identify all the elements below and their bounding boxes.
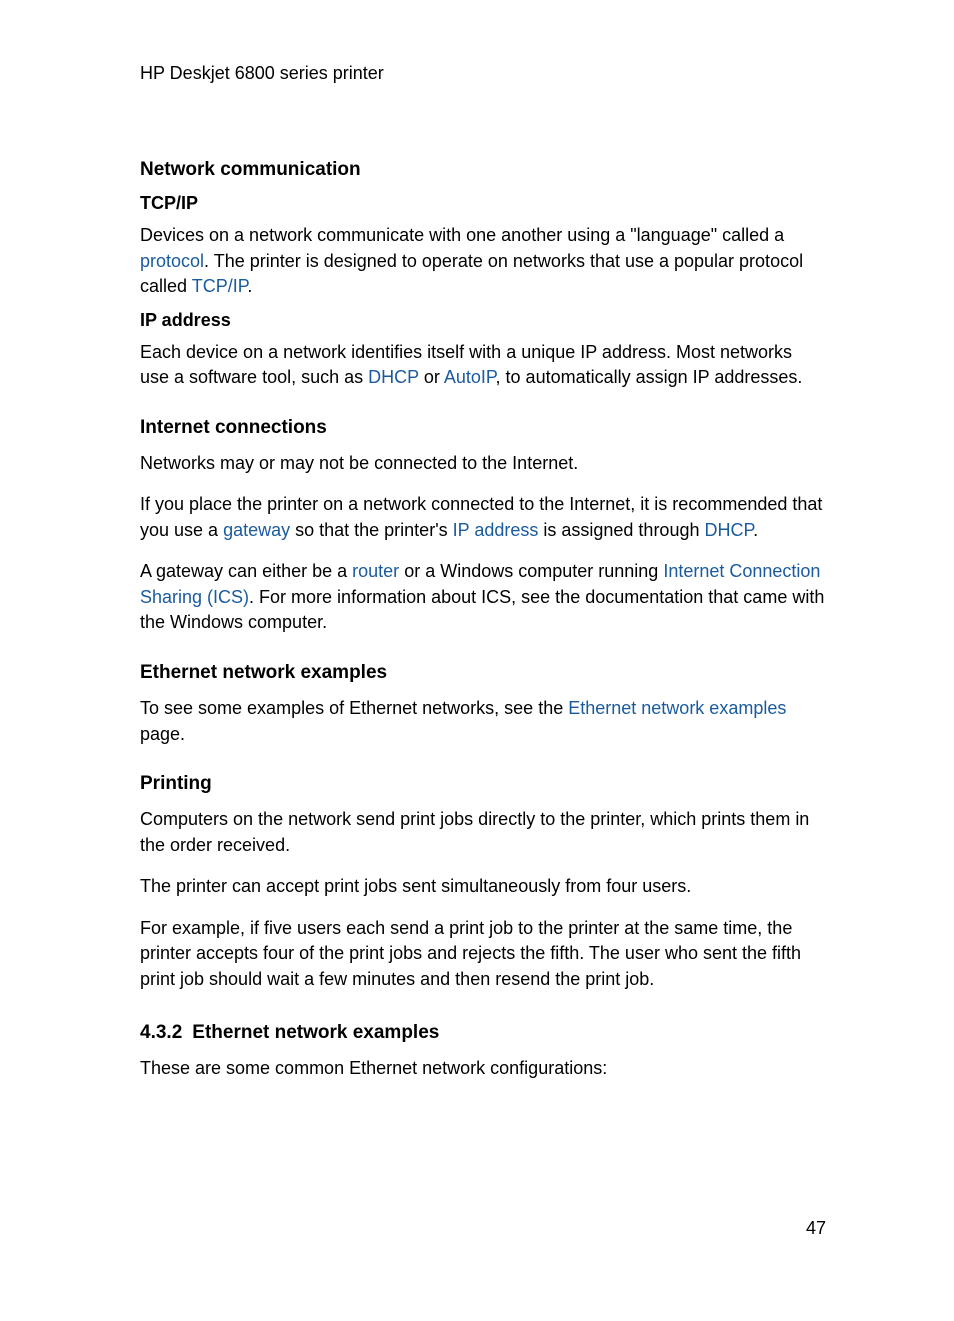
text: A gateway can either be a	[140, 561, 352, 581]
paragraph-printing-2: The printer can accept print jobs sent s…	[140, 874, 826, 900]
text: or a Windows computer running	[399, 561, 663, 581]
page-header-title: HP Deskjet 6800 series printer	[140, 63, 826, 84]
link-gateway[interactable]: gateway	[223, 520, 290, 540]
heading-tcpip: TCP/IP	[140, 193, 826, 214]
heading-internet-connections: Internet connections	[140, 417, 826, 439]
paragraph-ethernet-examples: To see some examples of Ethernet network…	[140, 696, 826, 747]
text: Devices on a network communicate with on…	[140, 225, 784, 245]
heading-section-432: 4.3.2 Ethernet network examples	[140, 1022, 826, 1044]
text: is assigned through	[538, 520, 704, 540]
text: page.	[140, 724, 185, 744]
paragraph-printing-3: For example, if five users each send a p…	[140, 916, 826, 993]
paragraph-section-432: These are some common Ethernet network c…	[140, 1056, 826, 1082]
link-autoip[interactable]: AutoIP	[444, 367, 496, 387]
link-ip-address[interactable]: IP address	[453, 520, 539, 540]
document-page: HP Deskjet 6800 series printer Network c…	[0, 0, 954, 1082]
heading-network-communication: Network communication	[140, 159, 826, 181]
page-number: 47	[806, 1218, 826, 1239]
link-dhcp[interactable]: DHCP	[704, 520, 753, 540]
heading-ip-address: IP address	[140, 310, 826, 331]
section-number: 4.3.2	[140, 1022, 182, 1043]
paragraph-internet-3: A gateway can either be a router or a Wi…	[140, 559, 826, 636]
link-router[interactable]: router	[352, 561, 399, 581]
link-dhcp[interactable]: DHCP	[368, 367, 419, 387]
text: .	[753, 520, 758, 540]
link-ethernet-examples[interactable]: Ethernet network examples	[568, 698, 786, 718]
link-protocol[interactable]: protocol	[140, 251, 204, 271]
heading-ethernet-examples: Ethernet network examples	[140, 662, 826, 684]
paragraph-printing-1: Computers on the network send print jobs…	[140, 807, 826, 858]
text: or	[419, 367, 444, 387]
text: , to automatically assign IP addresses.	[496, 367, 803, 387]
paragraph-internet-1: Networks may or may not be connected to …	[140, 451, 826, 477]
text: To see some examples of Ethernet network…	[140, 698, 568, 718]
link-tcpip[interactable]: TCP/IP	[192, 276, 248, 296]
paragraph-ip-address: Each device on a network identifies itse…	[140, 340, 826, 391]
paragraph-tcpip: Devices on a network communicate with on…	[140, 223, 826, 300]
text: .	[247, 276, 252, 296]
heading-printing: Printing	[140, 773, 826, 795]
paragraph-internet-2: If you place the printer on a network co…	[140, 492, 826, 543]
text: so that the printer's	[290, 520, 453, 540]
section-title: Ethernet network examples	[192, 1022, 439, 1043]
